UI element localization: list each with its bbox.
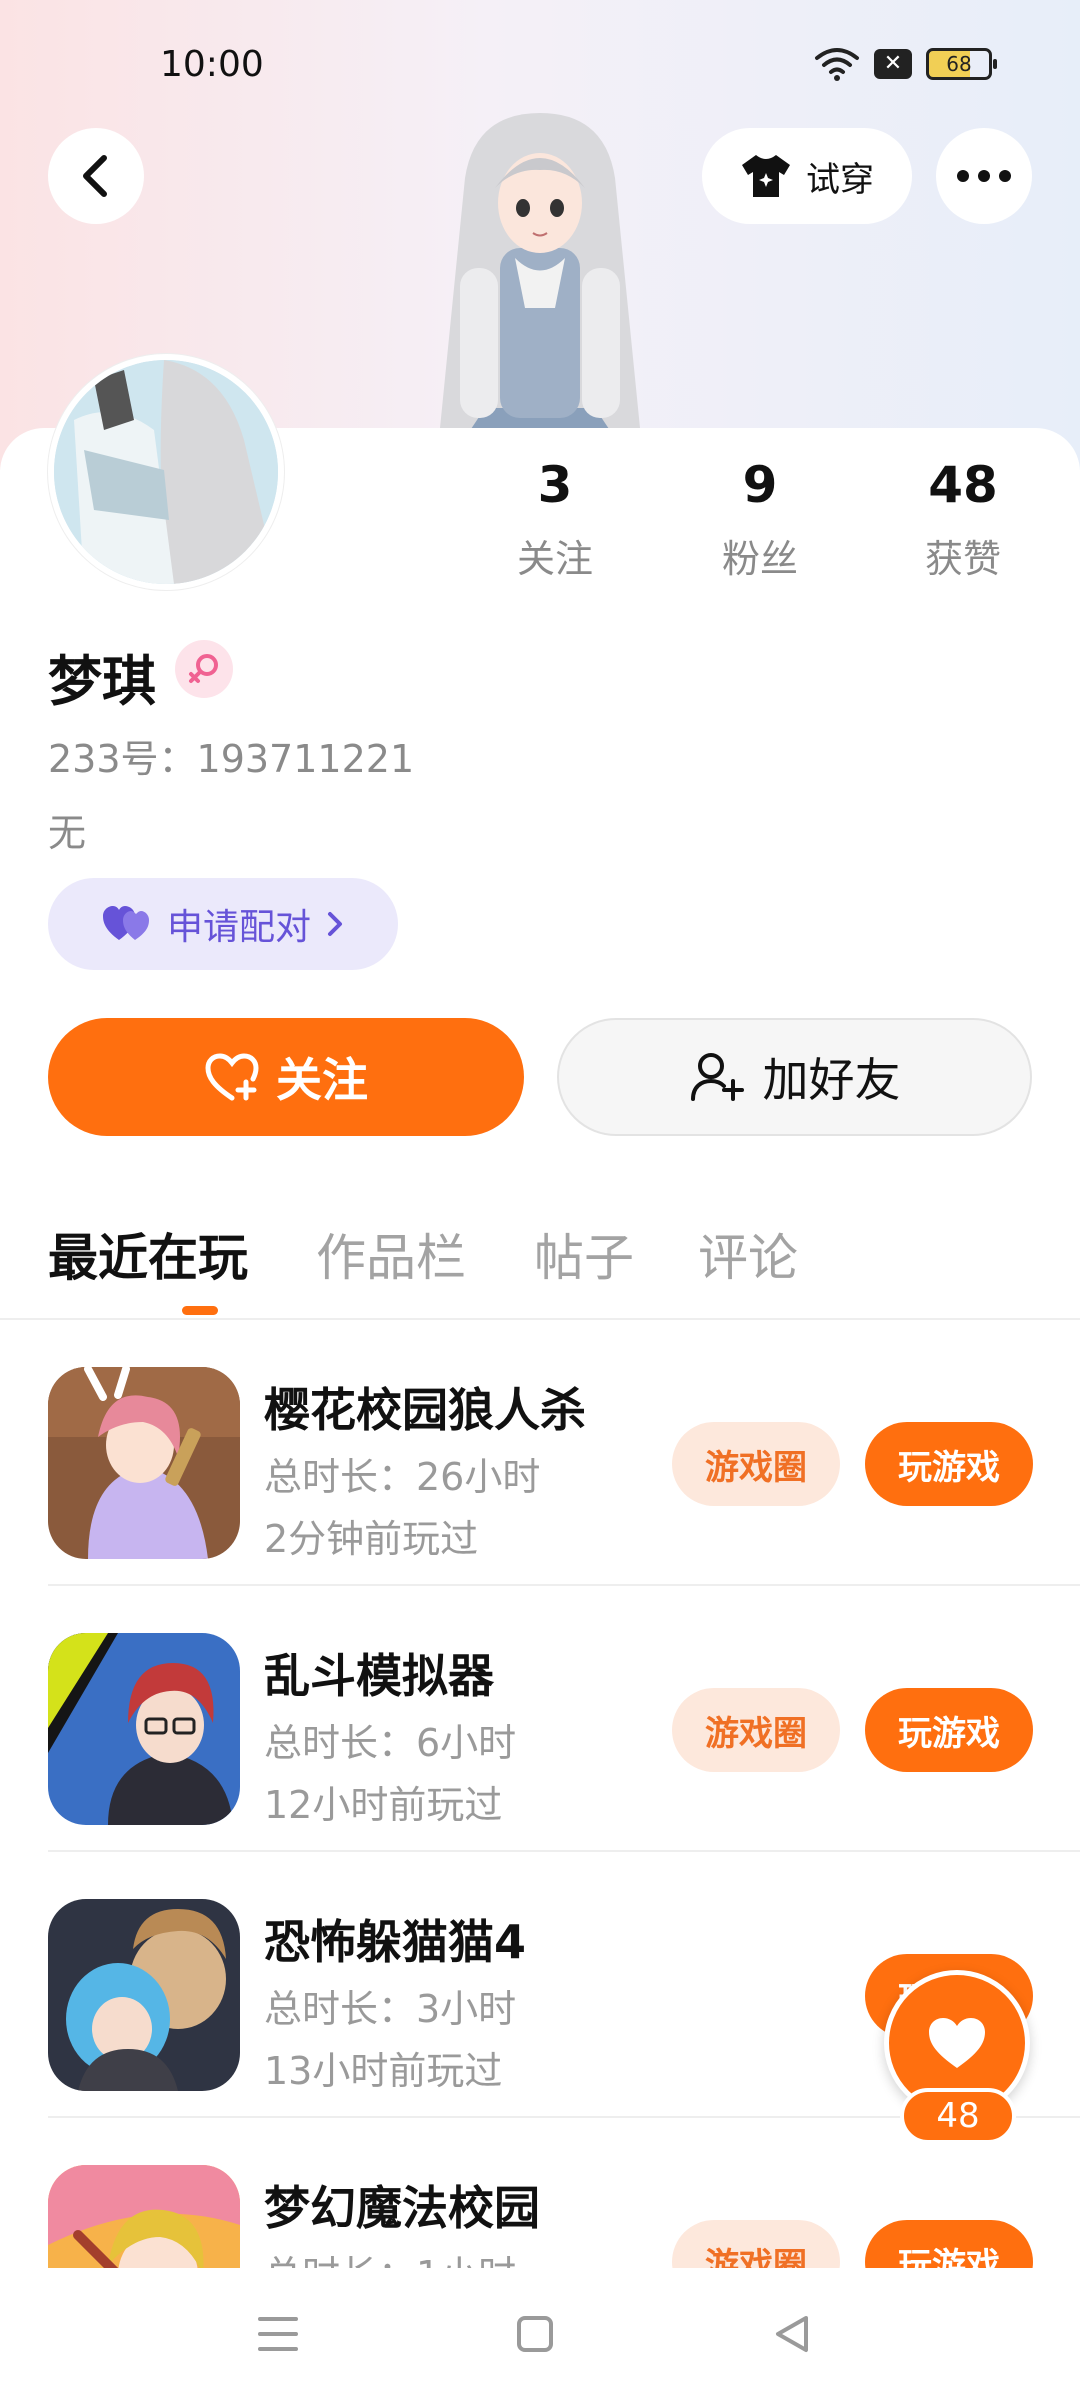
chevron-left-icon bbox=[83, 155, 107, 197]
play-game-button[interactable]: 玩游戏 bbox=[865, 1422, 1033, 1506]
tab-recently-played[interactable]: 最近在玩 bbox=[48, 1218, 248, 1290]
play-game-button[interactable]: 玩游戏 bbox=[865, 2220, 1033, 2268]
user-id: 233号：193711221 bbox=[48, 737, 415, 781]
game-name: 梦幻魔法校园 bbox=[264, 2181, 540, 2235]
game-duration: 总时长：26小时 bbox=[264, 1455, 541, 1499]
add-friend-button[interactable]: 加好友 bbox=[557, 1018, 1032, 1136]
game-icon[interactable] bbox=[48, 1633, 240, 1825]
avatar[interactable] bbox=[48, 354, 284, 590]
try-on-button[interactable]: 试穿 bbox=[702, 128, 912, 224]
hearts-icon bbox=[102, 906, 149, 940]
tab-works[interactable]: 作品栏 bbox=[316, 1218, 466, 1290]
request-pair-button[interactable]: 申请配对 bbox=[48, 878, 398, 970]
wifi-icon bbox=[815, 48, 859, 81]
add-user-icon bbox=[690, 1053, 744, 1101]
play-game-button[interactable]: 玩游戏 bbox=[865, 1688, 1033, 1772]
game-circle-button[interactable]: 游戏圈 bbox=[672, 2220, 840, 2268]
stat-value: 9 bbox=[742, 456, 778, 514]
game-last-played: 2分钟前玩过 bbox=[264, 1517, 479, 1561]
back-button[interactable] bbox=[48, 128, 144, 224]
game-icon[interactable] bbox=[48, 1367, 240, 1559]
add-friend-label: 加好友 bbox=[762, 1053, 901, 1107]
game-row[interactable]: 乱斗模拟器 总时长：6小时 12小时前玩过 游戏圈 玩游戏 bbox=[0, 1586, 1080, 1852]
battery-level: 68 bbox=[946, 52, 972, 76]
like-count: 48 bbox=[900, 2088, 1016, 2144]
status-icons: ✕ 68 bbox=[814, 46, 997, 82]
stat-label: 获赞 bbox=[924, 537, 1001, 581]
user-bio: 无 bbox=[48, 811, 87, 855]
game-circle-button[interactable]: 游戏圈 bbox=[672, 1688, 840, 1772]
character-figure bbox=[440, 113, 640, 438]
stat-value: 3 bbox=[537, 456, 573, 514]
stat-likes[interactable]: 48 获赞 bbox=[863, 456, 1063, 583]
active-tab-indicator bbox=[182, 1306, 218, 1315]
username: 梦琪 bbox=[48, 650, 156, 713]
game-icon[interactable] bbox=[48, 2165, 240, 2268]
avatar-image bbox=[54, 360, 278, 584]
more-options-button[interactable] bbox=[936, 128, 1032, 224]
status-time: 10:00 bbox=[160, 44, 264, 85]
request-pair-label: 申请配对 bbox=[166, 907, 311, 948]
battery-icon: 68 bbox=[926, 48, 997, 80]
tab-posts[interactable]: 帖子 bbox=[534, 1218, 634, 1290]
follow-label: 关注 bbox=[276, 1053, 368, 1107]
game-last-played: 12小时前玩过 bbox=[264, 1783, 503, 1827]
stat-following[interactable]: 3 关注 bbox=[455, 456, 655, 583]
game-duration: 总时长：1小时 bbox=[264, 2244, 516, 2268]
game-name: 恐怖躲猫猫4 bbox=[264, 1915, 527, 1969]
stat-label: 粉丝 bbox=[721, 537, 798, 581]
stat-value: 48 bbox=[928, 456, 998, 514]
game-circle-button[interactable]: 游戏圈 bbox=[672, 1422, 840, 1506]
game-duration: 总时长：3小时 bbox=[264, 1987, 517, 2031]
profile-stats: 3 关注 9 粉丝 48 获赞 bbox=[455, 456, 1065, 586]
back-triangle-icon[interactable] bbox=[762, 2308, 822, 2360]
heart-plus-icon bbox=[205, 1053, 259, 1101]
chevron-right-icon bbox=[328, 912, 342, 936]
try-on-label: 试穿 bbox=[806, 159, 874, 200]
game-duration: 总时长：6小时 bbox=[264, 1721, 517, 1765]
game-name: 樱花校园狼人杀 bbox=[264, 1383, 586, 1437]
game-name: 乱斗模拟器 bbox=[264, 1649, 494, 1703]
more-horizontal-icon bbox=[957, 170, 1011, 182]
system-nav-bar bbox=[0, 2268, 1080, 2400]
home-icon[interactable] bbox=[505, 2308, 565, 2360]
female-icon bbox=[175, 640, 233, 698]
game-icon[interactable] bbox=[48, 1899, 240, 2091]
stat-label: 关注 bbox=[516, 537, 593, 581]
close-box-icon: ✕ bbox=[874, 49, 912, 79]
tab-comments[interactable]: 评论 bbox=[698, 1218, 798, 1290]
stat-followers[interactable]: 9 粉丝 bbox=[660, 456, 860, 583]
heart-icon bbox=[929, 2018, 985, 2068]
follow-button[interactable]: 关注 bbox=[48, 1018, 524, 1136]
shirt-icon bbox=[742, 155, 790, 197]
game-row[interactable]: 樱花校园狼人杀 总时长：26小时 2分钟前玩过 游戏圈 玩游戏 bbox=[0, 1320, 1080, 1586]
game-last-played: 13小时前玩过 bbox=[264, 2049, 503, 2093]
menu-icon[interactable] bbox=[248, 2308, 308, 2360]
